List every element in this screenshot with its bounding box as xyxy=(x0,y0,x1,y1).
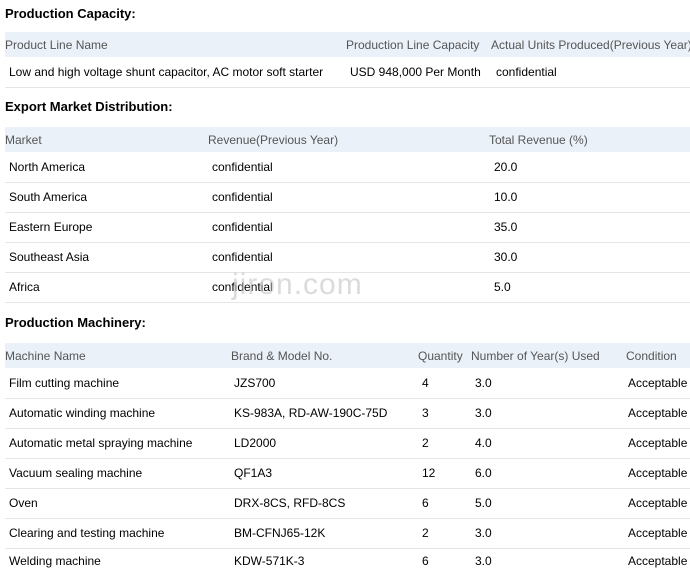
machine-name: Welding machine xyxy=(9,554,101,568)
machine-name: Oven xyxy=(9,496,38,510)
quantity: 6 xyxy=(422,554,429,568)
production-machinery-title: Production Machinery: xyxy=(5,315,146,330)
condition: Acceptable xyxy=(628,554,688,568)
brand-model: KS-983A, RD-AW-190C-75D xyxy=(234,406,388,420)
header-years-used: Number of Year(s) Used xyxy=(471,348,600,363)
market-total-revenue-percent: 10.0 xyxy=(494,190,518,204)
watermark: jiron.com xyxy=(232,268,363,301)
table-row: Film cutting machine JZS700 4 3.0 Accept… xyxy=(5,368,690,399)
table-row: Low and high voltage shunt capacitor, AC… xyxy=(5,57,690,88)
table-row: Welding machine KDW-571K-3 6 3.0 Accepta… xyxy=(5,548,690,574)
table-row: North America confidential 20.0 xyxy=(5,152,690,183)
years-used: 4.0 xyxy=(475,436,492,450)
brand-model: JZS700 xyxy=(234,376,276,390)
market-revenue: confidential xyxy=(212,220,273,234)
market-name: South America xyxy=(9,190,88,204)
header-machine-name: Machine Name xyxy=(5,348,86,363)
production-capacity-title: Production Capacity: xyxy=(5,6,136,21)
quantity: 4 xyxy=(422,376,429,390)
table-row: South America confidential 10.0 xyxy=(5,182,690,213)
condition: Acceptable xyxy=(628,406,688,420)
table-row: Vacuum sealing machine QF1A3 12 6.0 Acce… xyxy=(5,458,690,489)
header-production-line-capacity: Production Line Capacity xyxy=(346,37,480,52)
table-row: Clearing and testing machine BM-CFNJ65-1… xyxy=(5,518,690,549)
actual-units-produced: confidential xyxy=(496,65,557,79)
table-row: Automatic winding machine KS-983A, RD-AW… xyxy=(5,398,690,429)
brand-model: KDW-571K-3 xyxy=(234,554,305,568)
years-used: 5.0 xyxy=(475,496,492,510)
condition: Acceptable xyxy=(628,436,688,450)
condition: Acceptable xyxy=(628,466,688,480)
product-line-name: Low and high voltage shunt capacitor, AC… xyxy=(9,65,324,79)
machine-name: Automatic metal spraying machine xyxy=(9,436,193,450)
table-row: Automatic metal spraying machine LD2000 … xyxy=(5,428,690,459)
header-market: Market xyxy=(5,132,42,147)
machine-name: Automatic winding machine xyxy=(9,406,156,420)
years-used: 3.0 xyxy=(475,376,492,390)
market-name: Africa xyxy=(9,280,40,294)
quantity: 3 xyxy=(422,406,429,420)
brand-model: QF1A3 xyxy=(234,466,273,480)
machine-name: Clearing and testing machine xyxy=(9,526,165,540)
machine-name: Vacuum sealing machine xyxy=(9,466,143,480)
header-brand-model: Brand & Model No. xyxy=(231,348,333,363)
header-total-revenue: Total Revenue (%) xyxy=(489,132,588,147)
quantity: 6 xyxy=(422,496,429,510)
years-used: 3.0 xyxy=(475,406,492,420)
market-name: Eastern Europe xyxy=(9,220,93,234)
table-row: Oven DRX-8CS, RFD-8CS 6 5.0 Acceptable xyxy=(5,488,690,519)
production-capacity-header: Product Line Name Production Line Capaci… xyxy=(5,32,690,57)
header-quantity: Quantity xyxy=(418,348,463,363)
quantity: 2 xyxy=(422,526,429,540)
years-used: 3.0 xyxy=(475,526,492,540)
production-line-capacity: USD 948,000 Per Month xyxy=(350,65,481,79)
market-revenue: confidential xyxy=(212,190,273,204)
market-total-revenue-percent: 20.0 xyxy=(494,160,518,174)
brand-model: DRX-8CS, RFD-8CS xyxy=(234,496,346,510)
market-name: North America xyxy=(9,160,86,174)
header-revenue-previous-year: Revenue(Previous Year) xyxy=(208,132,339,147)
table-row: Eastern Europe confidential 35.0 xyxy=(5,212,690,243)
header-condition: Condition xyxy=(626,348,677,363)
condition: Acceptable xyxy=(628,496,688,510)
market-revenue: confidential xyxy=(212,160,273,174)
years-used: 3.0 xyxy=(475,554,492,568)
header-actual-units-produced: Actual Units Produced(Previous Year) xyxy=(491,37,690,52)
condition: Acceptable xyxy=(628,376,688,390)
machine-name: Film cutting machine xyxy=(9,376,120,390)
export-market-header: Market Revenue(Previous Year) Total Reve… xyxy=(5,127,690,152)
export-market-title: Export Market Distribution: xyxy=(5,99,173,114)
market-total-revenue-percent: 5.0 xyxy=(494,280,511,294)
market-name: Southeast Asia xyxy=(9,250,90,264)
years-used: 6.0 xyxy=(475,466,492,480)
quantity: 12 xyxy=(422,466,436,480)
header-product-line-name: Product Line Name xyxy=(5,37,108,52)
brand-model: LD2000 xyxy=(234,436,277,450)
quantity: 2 xyxy=(422,436,429,450)
market-total-revenue-percent: 30.0 xyxy=(494,250,518,264)
market-total-revenue-percent: 35.0 xyxy=(494,220,518,234)
production-machinery-header: Machine Name Brand & Model No. Quantity … xyxy=(5,343,690,368)
brand-model: BM-CFNJ65-12K xyxy=(234,526,326,540)
condition: Acceptable xyxy=(628,526,688,540)
